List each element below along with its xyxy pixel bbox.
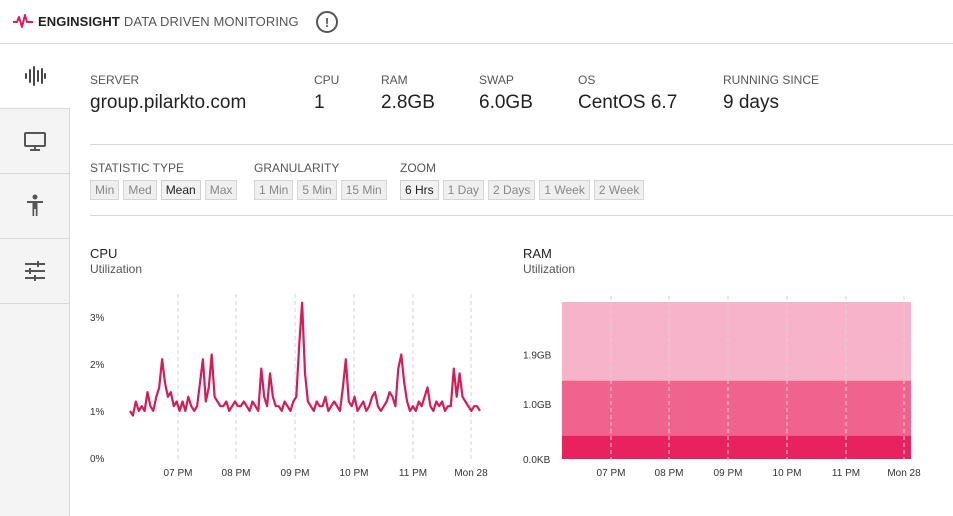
server-value: group.pilarkto.com	[90, 92, 247, 113]
y-tick-label: 1.0GB	[523, 400, 552, 411]
cpu-chart-title: CPU	[90, 246, 118, 261]
divider	[90, 144, 953, 145]
pulse-bars-icon	[25, 66, 46, 86]
granularity-group: GRANULARITY 1 Min 5 Min 15 Min	[254, 161, 400, 200]
cpu-chart-svg: 07 PM 08 PM 09 PM 10 PM 11 PM Mon 28 0% 1% 2% 3%	[90, 294, 488, 479]
brand[interactable]: ENGINSIGHT DATA DRIVEN MONITORING	[12, 13, 299, 29]
statistic-option-button[interactable]: Med	[123, 180, 157, 200]
zoom-option-button[interactable]: 1 Day	[442, 180, 485, 200]
x-tick-label: 11 PM	[832, 468, 860, 479]
statistic-option-button[interactable]: Max	[204, 180, 238, 200]
x-tick-label: 08 PM	[222, 468, 251, 479]
cpu-series-line	[129, 301, 481, 417]
statistic-type-group: STATISTIC TYPE Min Med Mean Max	[90, 161, 254, 200]
top-bar: ENGINSIGHT DATA DRIVEN MONITORING !	[0, 0, 953, 44]
x-tick-label: 08 PM	[655, 468, 684, 479]
granularity-option-button[interactable]: 1 Min	[254, 180, 294, 200]
brand-tagline: DATA DRIVEN MONITORING	[123, 13, 299, 29]
statistic-option-button[interactable]: Mean	[160, 180, 201, 200]
filter-bar: STATISTIC TYPE Min Med Mean Max GRANULARITY…	[90, 161, 648, 200]
swap-field: SWAP 6.0GB	[479, 73, 578, 114]
x-tick-label: 10 PM	[773, 468, 802, 479]
granularity-options: 1 Min 5 Min 15 Min	[254, 180, 400, 200]
sidebar-item-hosts[interactable]	[0, 109, 69, 174]
zoom-group: ZOOM 6 Hrs 1 Day 2 Days 1 Week 2 Week	[400, 161, 648, 200]
sidebar	[0, 44, 70, 516]
zoom-options: 6 Hrs 1 Day 2 Days 1 Week 2 Week	[400, 180, 648, 200]
cpu-chart: 07 PM 08 PM 09 PM 10 PM 11 PM Mon 28 0% 1% 2% 3% …	[90, 246, 500, 486]
cpu-field: CPU 1	[314, 73, 381, 114]
running-since-label: RUNNING SINCE	[723, 73, 820, 87]
ram-value: 2.8GB	[381, 92, 435, 113]
y-tick-label: 2%	[90, 360, 105, 371]
y-tick-label: 1%	[90, 407, 105, 418]
server-label: SERVER	[90, 73, 140, 87]
exclamation-circle-icon[interactable]: !	[316, 11, 338, 33]
ram-area-layer-1	[562, 435, 911, 459]
ram-chart: 07 PM 08 PM 09 PM 10 PM 11 PM Mon 28 0.0KB 1.0G…	[523, 246, 951, 486]
statistic-type-options: Min Med Mean Max	[90, 180, 254, 200]
brand-logo-icon	[13, 14, 33, 28]
ram-chart-title: RAM	[523, 246, 552, 261]
granularity-label: GRANULARITY	[254, 161, 340, 175]
running-since-field: RUNNING SINCE 9 days	[723, 73, 863, 114]
y-tick-label: 0.0KB	[523, 455, 551, 466]
x-tick-label: Mon 28	[887, 468, 921, 479]
ram-field: RAM 2.8GB	[381, 73, 479, 114]
x-tick-label: Mon 28	[454, 468, 488, 479]
x-tick-label: 09 PM	[714, 468, 743, 479]
cpu-label: CPU	[314, 73, 340, 87]
os-field: OS CentOS 6.7	[578, 73, 723, 114]
server-name-field: SERVER group.pilarkto.com	[90, 73, 314, 114]
statistic-type-label: STATISTIC TYPE	[90, 161, 185, 175]
os-value: CentOS 6.7	[578, 92, 678, 113]
server-info: SERVER group.pilarkto.com CPU 1 RAM 2.8G…	[90, 73, 863, 114]
cpu-value: 1	[314, 92, 325, 113]
y-tick-label: 3%	[90, 313, 105, 324]
granularity-option-button[interactable]: 5 Min	[297, 180, 337, 200]
person-icon	[26, 194, 43, 216]
running-since-value: 9 days	[723, 92, 779, 113]
y-tick-label: 1.9GB	[523, 350, 552, 361]
zoom-option-button[interactable]: 2 Days	[488, 180, 536, 200]
zoom-label: ZOOM	[400, 161, 436, 175]
sidebar-item-accessibility[interactable]	[0, 174, 69, 239]
sliders-icon	[24, 261, 45, 281]
ram-chart-svg: 07 PM 08 PM 09 PM 10 PM 11 PM Mon 28 0.0KB 1.0G…	[523, 296, 921, 479]
ram-chart-subtitle: Utilization	[523, 262, 576, 276]
statistic-option-button[interactable]: Min	[90, 180, 120, 200]
sidebar-item-monitoring[interactable]	[0, 44, 70, 109]
y-tick-label: 0%	[90, 454, 105, 465]
zoom-option-button[interactable]: 2 Week	[593, 180, 645, 200]
x-tick-label: 09 PM	[281, 468, 310, 479]
granularity-option-button[interactable]: 15 Min	[340, 180, 387, 200]
alert-glyph: !	[324, 14, 330, 30]
divider	[90, 215, 953, 216]
x-tick-label: 10 PM	[340, 468, 369, 479]
main-content: SERVER group.pilarkto.com CPU 1 RAM 2.8G…	[70, 44, 953, 516]
x-tick-label: 07 PM	[164, 468, 193, 479]
x-tick-label: 07 PM	[597, 468, 626, 479]
monitor-icon	[23, 132, 46, 151]
swap-value: 6.0GB	[479, 92, 533, 113]
x-tick-label: 11 PM	[399, 468, 427, 479]
sidebar-item-settings[interactable]	[0, 239, 69, 304]
zoom-option-button[interactable]: 6 Hrs	[400, 180, 439, 200]
zoom-option-button[interactable]: 1 Week	[539, 180, 590, 200]
brand-name: ENGINSIGHT	[38, 13, 120, 29]
ram-label: RAM	[381, 73, 408, 87]
os-label: OS	[578, 73, 596, 87]
cpu-chart-subtitle: Utilization	[90, 262, 143, 276]
swap-label: SWAP	[479, 73, 514, 87]
